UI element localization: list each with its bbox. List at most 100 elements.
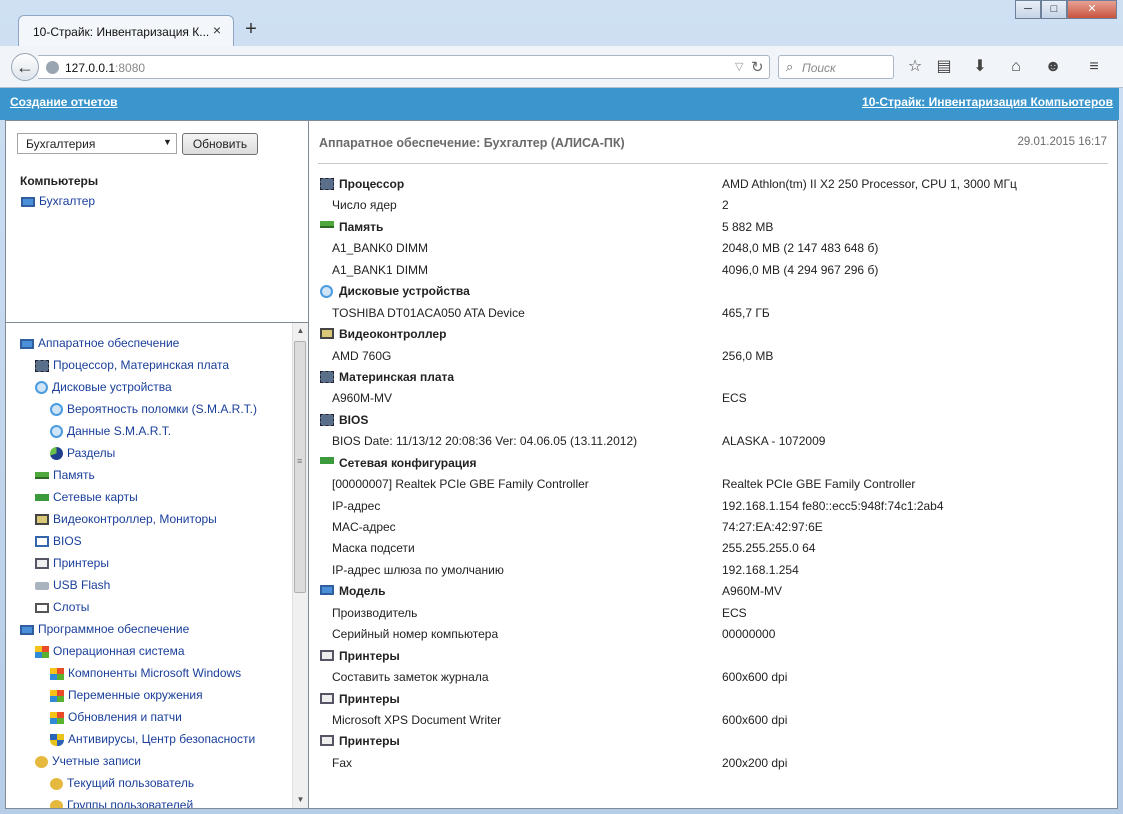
printer-icon bbox=[320, 692, 334, 704]
tree-item[interactable]: Вероятность поломки (S.M.A.R.T.) bbox=[50, 402, 257, 417]
tree-item[interactable]: Разделы bbox=[50, 446, 115, 461]
home-icon[interactable]: ⌂ bbox=[1006, 57, 1026, 77]
category-tree: Аппаратное обеспечение Процессор, Материн… bbox=[6, 323, 292, 808]
property-name: IP-адрес bbox=[332, 498, 381, 513]
back-arrow-icon: ← bbox=[16, 57, 34, 77]
computer-label: Бухгалтер bbox=[39, 194, 96, 208]
search-bar[interactable]: ⌕ Поиск bbox=[778, 55, 894, 79]
report-date: 29.01.2015 16:17 bbox=[1017, 136, 1107, 148]
property-value: 200x200 dpi bbox=[722, 755, 788, 770]
tree-item[interactable]: Слоты bbox=[35, 600, 89, 614]
browser-tab[interactable]: 10-Страйк: Инвентаризация К... × bbox=[18, 15, 234, 46]
users-icon bbox=[50, 799, 63, 808]
tree-item-label: USB Flash bbox=[53, 578, 111, 592]
tree-item[interactable]: Антивирусы, Центр безопасности bbox=[50, 732, 255, 746]
url-bar[interactable]: 127.0.0.1:8080 ▽ ↻ bbox=[38, 55, 770, 79]
new-tab-button[interactable]: + bbox=[241, 19, 261, 40]
users-icon bbox=[50, 777, 63, 790]
close-window-button[interactable]: ✕ bbox=[1067, 0, 1117, 19]
tree-item-label: Сетевые карты bbox=[53, 490, 138, 504]
group-select[interactable]: Бухгалтерия ▼ bbox=[17, 133, 177, 154]
refresh-button[interactable]: Обновить bbox=[182, 133, 258, 155]
table-row: MAC-адрес 74:27:EA:42:97:6E bbox=[309, 517, 1117, 537]
tree-item[interactable]: Дисковые устройства bbox=[35, 380, 172, 395]
tree-item[interactable]: Текущий пользователь bbox=[50, 776, 194, 790]
scroll-thumb[interactable]: ≡ bbox=[294, 341, 306, 593]
tree-item[interactable]: Компоненты Microsoft Windows bbox=[50, 666, 241, 680]
monitor-icon bbox=[20, 338, 34, 349]
tree-item[interactable]: Группы пользователей bbox=[50, 798, 193, 808]
property-name: Число ядер bbox=[332, 198, 397, 213]
property-value: 74:27:EA:42:97:6E bbox=[722, 520, 823, 535]
url-dropdown-icon[interactable]: ▽ bbox=[735, 60, 743, 73]
tree-scrollbar[interactable]: ▲ ≡ ▼ bbox=[292, 323, 308, 808]
tree-item-label: Переменные окружения bbox=[68, 688, 203, 702]
table-row: Маска подсети 255.255.255.0 64 bbox=[309, 538, 1117, 558]
table-row: Серийный номер компьютера 00000000 bbox=[309, 624, 1117, 644]
tree-item[interactable]: BIOS bbox=[35, 534, 82, 548]
property-value: 4096,0 MB (4 294 967 296 б) bbox=[722, 262, 879, 277]
tree-item[interactable]: Учетные записи bbox=[35, 754, 141, 768]
slot-icon bbox=[35, 602, 49, 613]
property-name: IP-адрес шлюза по умолчанию bbox=[332, 562, 504, 577]
back-button[interactable]: ← bbox=[11, 53, 39, 81]
section-row: Видеоконтроллер bbox=[309, 324, 1117, 344]
section-title: Принтеры bbox=[339, 734, 400, 749]
property-name: TOSHIBA DT01ACA050 ATA Device bbox=[332, 305, 525, 320]
software-icon bbox=[20, 624, 34, 635]
property-value: ECS bbox=[722, 605, 747, 620]
tree-item[interactable]: Программное обеспечение bbox=[20, 622, 189, 636]
tree-item-label: Операционная система bbox=[53, 644, 185, 658]
section-row: Материнская плата bbox=[309, 367, 1117, 387]
bookmark-star-icon[interactable]: ☆ bbox=[905, 57, 925, 77]
grip-icon: ≡ bbox=[297, 456, 303, 466]
disk-icon bbox=[320, 285, 333, 299]
divider bbox=[318, 163, 1108, 164]
network-icon bbox=[35, 494, 49, 502]
tree-item[interactable]: Принтеры bbox=[35, 556, 109, 570]
bios-icon bbox=[35, 536, 49, 548]
tree-item[interactable]: Данные S.M.A.R.T. bbox=[50, 424, 171, 439]
tree-item[interactable]: Аппаратное обеспечение bbox=[20, 336, 179, 350]
section-title: Материнская плата bbox=[339, 369, 455, 384]
video-icon bbox=[35, 514, 49, 526]
chip-icon bbox=[320, 370, 334, 383]
minimize-button[interactable]: ─ bbox=[1015, 0, 1041, 19]
create-reports-link[interactable]: Создание отчетов bbox=[10, 95, 118, 109]
download-icon[interactable]: ⬇ bbox=[970, 57, 990, 77]
chat-icon[interactable]: ☻ bbox=[1043, 57, 1063, 77]
section-title: Дисковые устройства bbox=[339, 284, 470, 299]
maximize-button[interactable]: □ bbox=[1041, 0, 1067, 19]
tree-item[interactable]: Операционная система bbox=[35, 644, 185, 658]
chip-icon bbox=[35, 359, 49, 372]
tree-item[interactable]: Обновления и патчи bbox=[50, 710, 182, 724]
computer-item[interactable]: Бухгалтер bbox=[21, 194, 95, 208]
tree-item-label: Обновления и патчи bbox=[68, 710, 182, 724]
table-row: A1_BANK1 DIMM 4096,0 MB (4 294 967 296 б) bbox=[309, 260, 1117, 280]
tree-item[interactable]: Видеоконтроллер, Мониторы bbox=[35, 512, 217, 526]
disk-icon bbox=[50, 403, 63, 417]
tree-item[interactable]: Процессор, Материнская плата bbox=[35, 358, 229, 372]
scroll-up-arrow-icon[interactable]: ▲ bbox=[293, 323, 308, 339]
section-row: BIOS bbox=[309, 410, 1117, 430]
tree-item[interactable]: USB Flash bbox=[35, 578, 110, 592]
bookmarks-list-icon[interactable]: ▤ bbox=[934, 57, 954, 77]
tab-strip: 10-Страйк: Инвентаризация К... × + ─ □ ✕ bbox=[0, 0, 1123, 46]
menu-icon[interactable]: ≡ bbox=[1084, 57, 1104, 77]
scroll-down-arrow-icon[interactable]: ▼ bbox=[293, 792, 308, 808]
tab-close-icon[interactable]: × bbox=[209, 22, 225, 38]
property-name: A1_BANK1 DIMM bbox=[332, 262, 429, 277]
windows-icon bbox=[50, 711, 64, 724]
reload-icon[interactable]: ↻ bbox=[751, 58, 764, 76]
tree-item[interactable]: Память bbox=[35, 468, 95, 482]
disk-icon bbox=[50, 425, 63, 439]
property-value: 5 882 MB bbox=[722, 219, 774, 234]
app-title-link[interactable]: 10-Страйк: Инвентаризация Компьютеров bbox=[862, 95, 1113, 109]
section-title: BIOS bbox=[339, 412, 369, 427]
section-title: Сетевая конфигурация bbox=[339, 455, 477, 470]
tree-item-label: Слоты bbox=[53, 600, 90, 614]
tree-item[interactable]: Переменные окружения bbox=[50, 688, 203, 702]
windows-icon bbox=[50, 667, 64, 680]
property-value: 465,7 ГБ bbox=[722, 305, 770, 320]
tree-item[interactable]: Сетевые карты bbox=[35, 490, 138, 504]
